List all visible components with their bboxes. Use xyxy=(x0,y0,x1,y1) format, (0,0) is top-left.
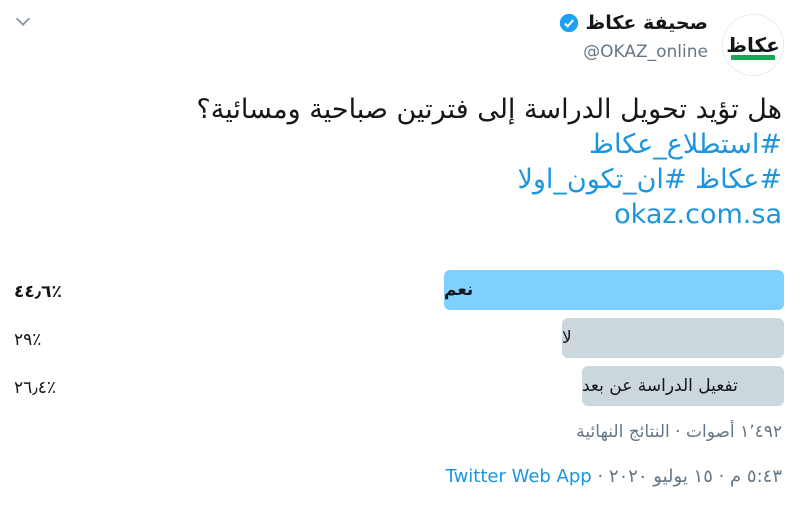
poll-summary: ١٬٤٩٢ أصوات · النتائج النهائية xyxy=(576,422,782,442)
account-name[interactable]: صحيفة عكاظ xyxy=(585,12,708,34)
poll-option-label: لا xyxy=(562,328,572,348)
hashtag-link[interactable]: #ان_تكون_اولا xyxy=(517,164,686,195)
tweet-timestamp[interactable]: ٥:٤٣ م · ١٥ يوليو ٢٠٢٠ · xyxy=(592,466,782,487)
poll-percent: ٪٢٩ xyxy=(14,330,42,350)
poll-option: تفعيل الدراسة عن بعد xyxy=(582,366,784,406)
account-name-row[interactable]: صحيفة عكاظ xyxy=(559,12,708,34)
account-avatar[interactable]: عكاظ xyxy=(722,14,784,76)
verified-badge-icon xyxy=(560,13,579,33)
tweet-text: هل تؤيد تحويل الدراسة إلى فترتين صباحية … xyxy=(42,92,782,232)
url-link[interactable]: okaz.com.sa xyxy=(614,199,782,230)
poll-bar: نعم xyxy=(444,270,784,310)
poll-percent: ٪٢٦٫٤ xyxy=(14,378,57,398)
chevron-down-icon[interactable] xyxy=(12,10,34,32)
logo-bar xyxy=(731,55,775,60)
poll-percent: ٪٤٤٫٦ xyxy=(14,282,62,302)
tweet-question: هل تؤيد تحويل الدراسة إلى فترتين صباحية … xyxy=(196,94,782,125)
account-handle[interactable]: @OKAZ_online xyxy=(583,42,708,62)
poll-bar: لا xyxy=(562,318,784,358)
hashtag-link[interactable]: #استطلاع_عكاظ xyxy=(589,129,782,160)
logo-text: عكاظ xyxy=(726,33,780,57)
tweet-meta: ٥:٤٣ م · ١٥ يوليو ٢٠٢٠ · Twitter Web App xyxy=(446,466,782,487)
poll-bar: تفعيل الدراسة عن بعد xyxy=(582,366,784,406)
poll-option-label: تفعيل الدراسة عن بعد xyxy=(582,376,738,396)
source-app-link[interactable]: Twitter Web App xyxy=(446,466,592,487)
poll-option-label: نعم xyxy=(444,280,474,300)
poll-option: نعم xyxy=(444,270,784,310)
hashtag-link[interactable]: #عكاظ xyxy=(695,164,782,195)
poll-option: لا xyxy=(562,318,784,358)
